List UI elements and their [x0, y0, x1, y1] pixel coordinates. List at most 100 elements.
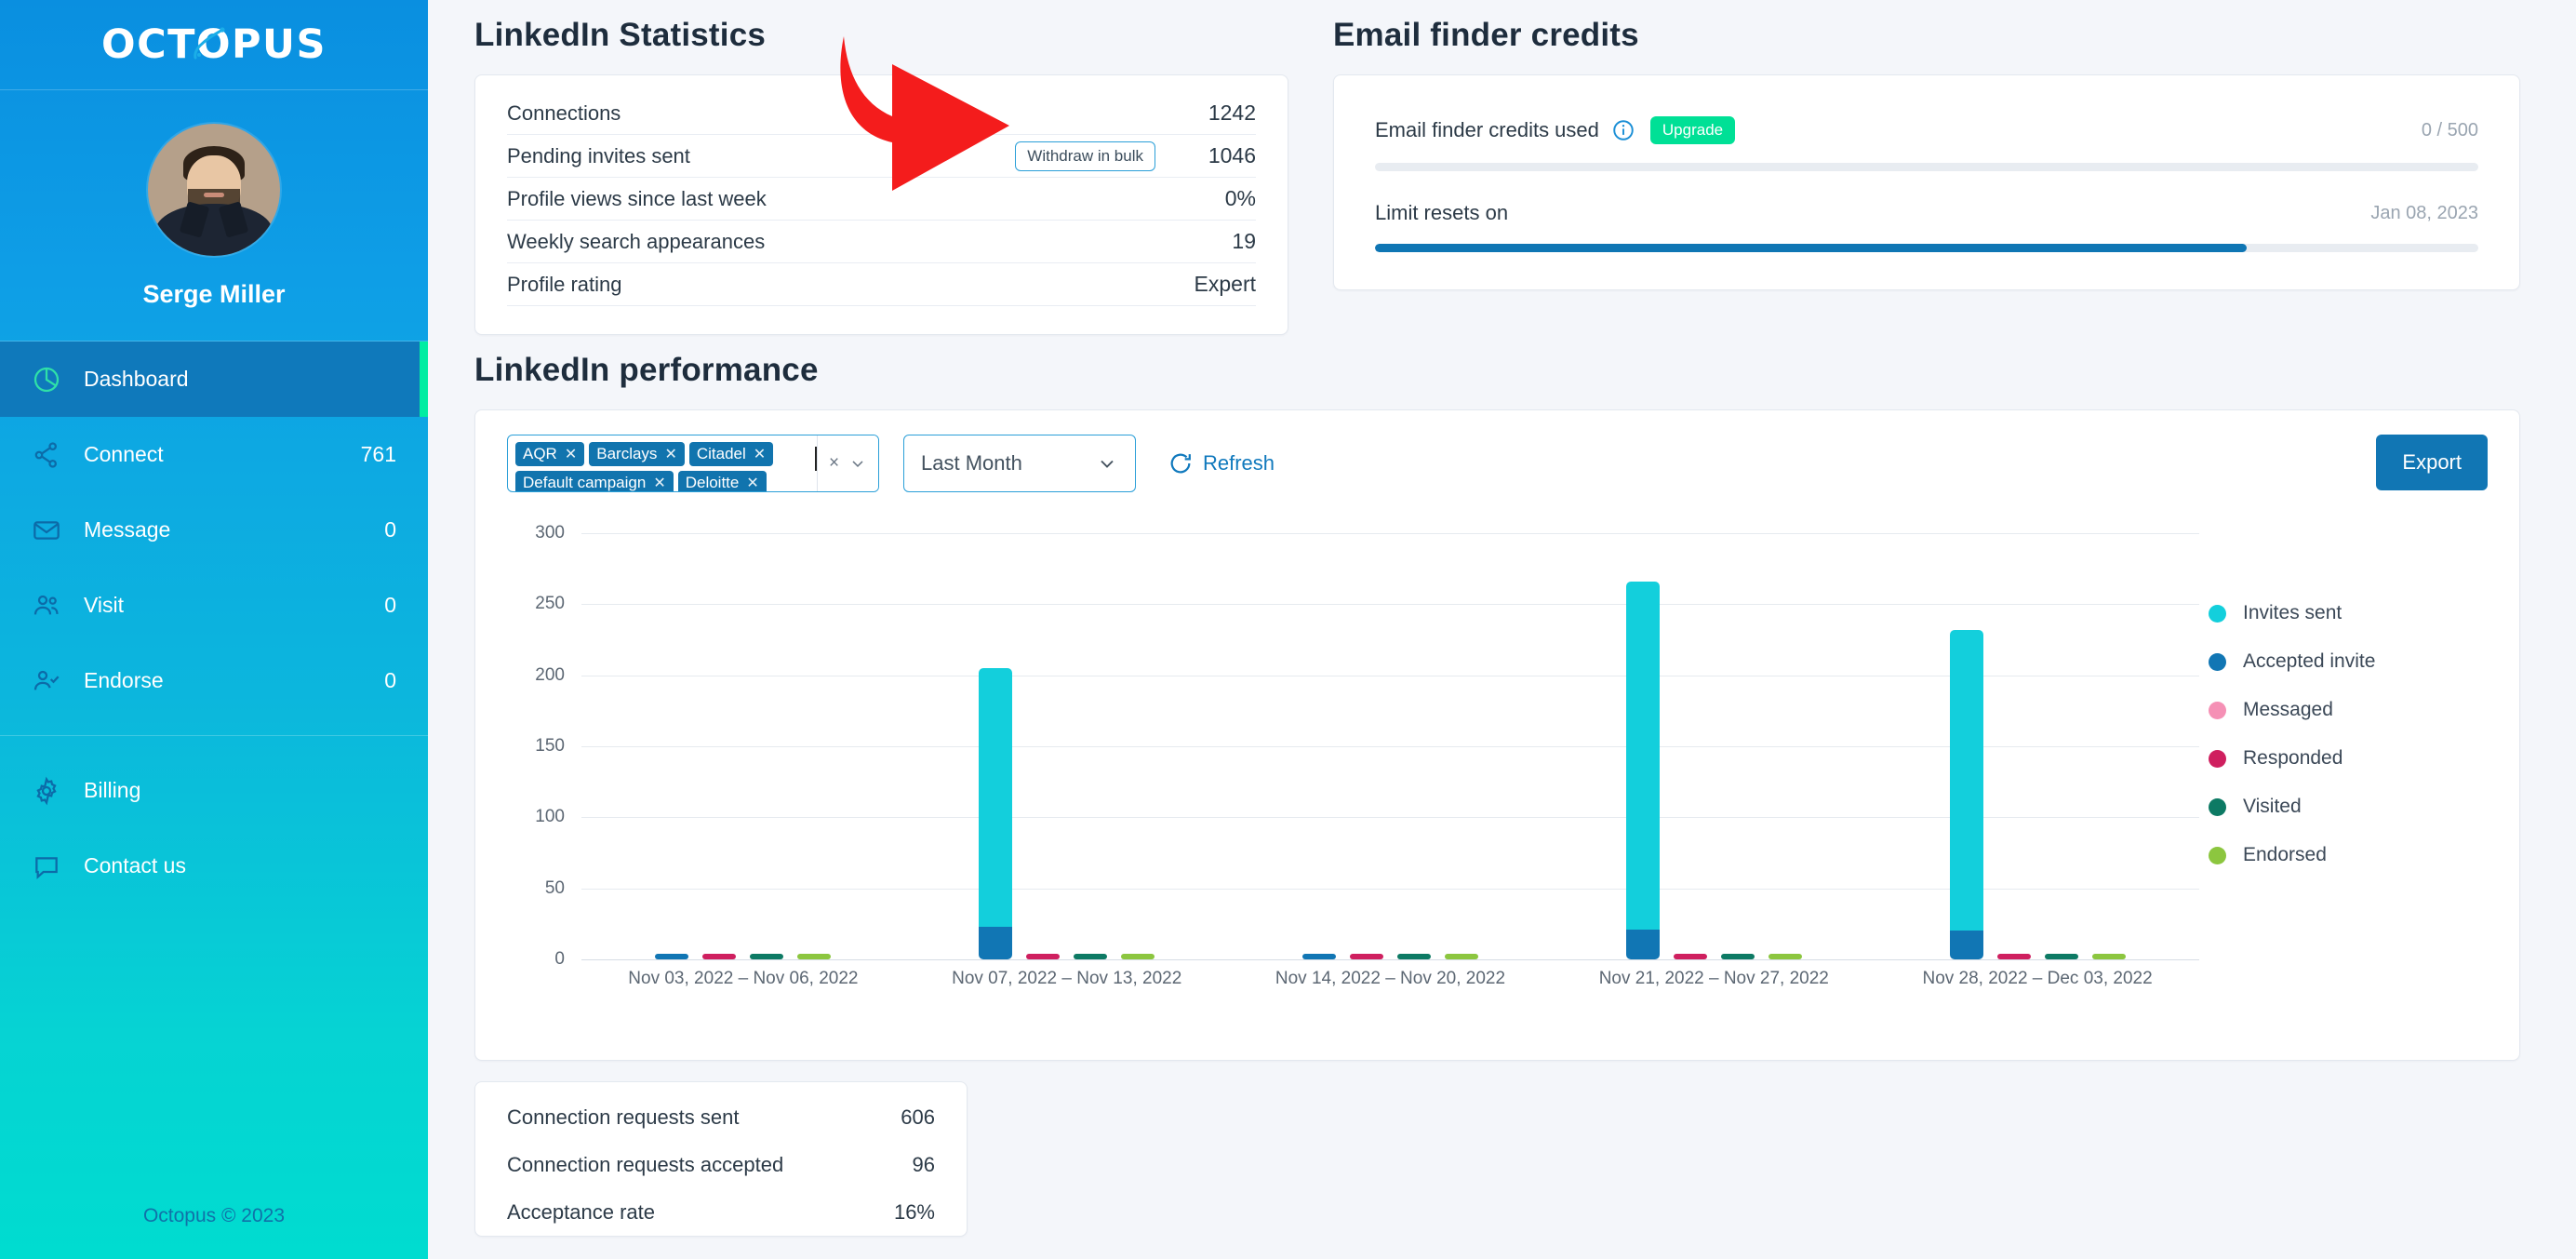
chart-bar-visited[interactable] [2044, 533, 2078, 959]
sidebar-item-message[interactable]: Message 0 [0, 492, 428, 568]
chat-bubble-icon [32, 851, 84, 881]
chart-bar-endorsed[interactable] [1444, 533, 1478, 959]
chart-bar-endorsed[interactable] [797, 533, 832, 959]
close-icon[interactable]: ✕ [664, 445, 676, 463]
sidebar-item-count: 0 [384, 593, 396, 617]
credits-used-value: 0 / 500 [2421, 119, 2478, 141]
chart-legend-item[interactable]: Invites sent [2209, 589, 2488, 637]
close-icon[interactable]: ✕ [754, 445, 766, 463]
chart-legend-item[interactable]: Responded [2209, 734, 2488, 783]
chart-bar-segment-invites-sent [1949, 629, 1983, 931]
chevron-down-icon [1101, 460, 1114, 468]
chart-legend-item[interactable]: Accepted invite [2209, 637, 2488, 686]
limit-reset-progress-bar [1375, 244, 2478, 252]
stat-row-pending-invites-sent: Pending invites sent Withdraw in bulk 10… [507, 135, 1256, 178]
stat-row-profile-rating: Profile rating Expert [507, 263, 1256, 306]
close-icon[interactable]: ✕ [565, 445, 577, 463]
chart-bar-group [905, 533, 1229, 959]
chart-y-tick-label: 100 [535, 807, 565, 827]
chart-bar-visited[interactable] [1720, 533, 1755, 959]
stat-label: Profile rating [507, 272, 622, 296]
summary-label: Connection requests accepted [507, 1152, 784, 1176]
summary-value: 606 [901, 1105, 935, 1129]
campaign-multiselect[interactable]: AQR ✕ Barclays ✕ Citadel ✕ Default campa… [507, 435, 879, 492]
linkedin-performance-title: LinkedIn performance [474, 352, 819, 388]
summary-label: Acceptance rate [507, 1199, 655, 1224]
export-button[interactable]: Export [2376, 435, 2488, 490]
chart-bar-responded[interactable] [1349, 533, 1383, 959]
chart-bar-group [1229, 533, 1553, 959]
chart-bar-segment-invites-sent [1625, 581, 1660, 930]
chart-legend-item[interactable]: Endorsed [2209, 831, 2488, 879]
credits-used-progress-bar [1375, 163, 2478, 171]
avatar[interactable] [148, 124, 280, 256]
email-finder-credits-section: Email finder credits Email finder credit… [1333, 0, 2520, 335]
chart-bar-invites[interactable] [979, 533, 1013, 959]
campaign-chip[interactable]: Barclays ✕ [589, 442, 685, 466]
linkedin-performance-section: LinkedIn performance AQR ✕ Barclays ✕ Ci… [474, 352, 2520, 1061]
chart-bar-group [1875, 533, 2199, 959]
chart-bar-responded[interactable] [1996, 533, 2031, 959]
chart-bar-group [581, 533, 905, 959]
chart-bar-invites[interactable] [1625, 533, 1660, 959]
credits-used-row: Email finder credits used Upgrade 0 / 50… [1375, 116, 2478, 144]
chart-bar-endorsed[interactable] [1121, 533, 1155, 959]
chart-bar-responded[interactable] [1673, 533, 1707, 959]
refresh-button[interactable]: Refresh [1168, 435, 1275, 492]
chart-bar-visited[interactable] [750, 533, 784, 959]
clear-all-icon[interactable]: × [829, 453, 839, 474]
campaign-chip[interactable]: Deloitte ✕ [677, 471, 767, 491]
chart-x-tick-label: Nov 21, 2022 – Nov 27, 2022 [1598, 969, 1829, 988]
chart-bar-invites[interactable] [1949, 533, 1983, 959]
chart-bar-invites[interactable] [1301, 533, 1336, 959]
info-icon[interactable] [1611, 118, 1635, 142]
chart-legend: Invites sent Accepted invite Messaged Respo… [2209, 533, 2488, 998]
stat-value: 1242 [1208, 100, 1256, 125]
campaign-chip[interactable]: Default campaign ✕ [515, 471, 674, 491]
multiselect-controls[interactable]: × [817, 435, 878, 491]
sidebar-item-visit[interactable]: Visit 0 [0, 568, 428, 643]
chart-bar-invites[interactable] [655, 533, 689, 959]
chart-x-tick-label: Nov 28, 2022 – Dec 03, 2022 [1922, 969, 2153, 988]
stat-label: Profile views since last week [507, 186, 767, 210]
chart-legend-item[interactable]: Messaged [2209, 686, 2488, 734]
legend-color-dot [2209, 797, 2226, 816]
period-select-value: Last Month [921, 451, 1022, 475]
brand-logo[interactable]: OCTOPUS [0, 0, 428, 89]
close-icon[interactable]: ✕ [653, 474, 665, 491]
close-icon[interactable]: ✕ [746, 474, 758, 491]
chart-bar-endorsed[interactable] [1768, 533, 1802, 959]
chart-bar-segment-invites-sent [979, 668, 1013, 927]
chart-legend-item[interactable]: Visited [2209, 783, 2488, 831]
chart-bar-responded[interactable] [702, 533, 737, 959]
campaign-chip[interactable]: Citadel ✕ [688, 442, 774, 466]
sidebar-item-count: 761 [360, 442, 396, 466]
limit-reset-value: Jan 08, 2023 [2370, 202, 2478, 223]
upgrade-badge[interactable]: Upgrade [1649, 116, 1736, 144]
chart-bar-visited[interactable] [1396, 533, 1431, 959]
sidebar-item-dashboard[interactable]: Dashboard [0, 342, 428, 417]
sidebar-divider [0, 735, 428, 753]
stat-label: Pending invites sent [507, 143, 690, 167]
pie-chart-icon [32, 365, 84, 395]
chart-bar-endorsed[interactable] [2091, 533, 2126, 959]
campaign-chip[interactable]: AQR ✕ [515, 442, 585, 466]
withdraw-in-bulk-button[interactable]: Withdraw in bulk [1015, 141, 1155, 171]
sidebar-item-contact-us[interactable]: Contact us [0, 828, 428, 904]
chart-bar-visited[interactable] [1074, 533, 1108, 959]
chevron-down-icon[interactable] [848, 454, 867, 473]
chart-y-tick-label: 150 [535, 736, 565, 756]
stat-label: Weekly search appearances [507, 229, 766, 253]
chart-bar-responded[interactable] [1026, 533, 1061, 959]
chart-y-axis: 0 50 100 150 200 250 300 [507, 523, 574, 969]
legend-color-dot [2209, 749, 2226, 768]
period-select[interactable]: Last Month [903, 435, 1136, 492]
main-content: LinkedIn Statistics Connections 1242 Pen… [428, 0, 2576, 1259]
linkedin-statistics-title: LinkedIn Statistics [474, 17, 767, 53]
chart-legend-label: Accepted invite [2243, 650, 2376, 672]
chart-legend-label: Endorsed [2243, 844, 2327, 865]
sidebar-item-endorse[interactable]: Endorse 0 [0, 643, 428, 718]
chart-x-axis: Nov 03, 2022 – Nov 06, 2022 Nov 07, 2022 … [581, 959, 2199, 998]
sidebar-item-billing[interactable]: Billing [0, 753, 428, 828]
sidebar-item-connect[interactable]: Connect 761 [0, 417, 428, 492]
